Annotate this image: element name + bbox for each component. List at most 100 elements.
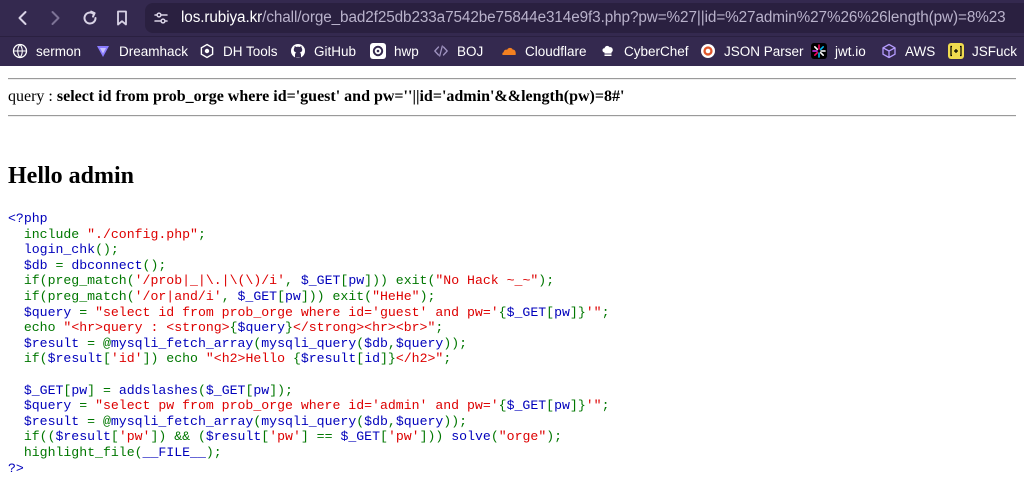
- code-token: "No Hack ~_~": [435, 273, 539, 289]
- bookmark-json-parser[interactable]: JSON Parser: [700, 41, 804, 61]
- code-line: if(preg_match('/or|and/i', $_GET[pw])) e…: [8, 289, 610, 305]
- code-token: (: [356, 413, 365, 429]
- bookmark-jwt[interactable]: jwt.io: [811, 41, 866, 61]
- code-line: login_chk();: [8, 242, 610, 258]
- code-line: $result = @mysqli_fetch_array (mysqli_que…: [8, 414, 610, 430]
- code-token: id: [364, 351, 381, 367]
- code-token: $query: [237, 320, 286, 336]
- jsfuck-icon: [948, 43, 964, 59]
- code-token: addslashes: [118, 382, 198, 398]
- code-token: (: [356, 335, 365, 351]
- code-token: ])): [419, 429, 452, 445]
- code-token: =: [79, 398, 96, 414]
- code-token: [: [277, 288, 286, 304]
- code-token: $db: [364, 413, 388, 429]
- code-token: [: [110, 429, 119, 445]
- bookmark-dreamhack[interactable]: Dreamhack: [95, 41, 188, 61]
- code-token: ] =: [87, 382, 119, 398]
- browser-toolbar: los.rubiya.kr/chall/orge_bad2f25db233a75…: [0, 0, 1024, 36]
- horizontal-rule: [8, 78, 1016, 80]
- code-token: '/prob|_|\.|\(\)/i': [134, 273, 285, 289]
- code-token: login_chk: [8, 242, 96, 258]
- code-token: "./config.php": [87, 226, 198, 242]
- code-token: (: [197, 382, 206, 398]
- forward-button[interactable]: [43, 6, 67, 30]
- code-token: [: [356, 351, 365, 367]
- code-token: $query: [8, 398, 80, 414]
- hello-heading: Hello admin: [8, 163, 135, 189]
- bookmark-label: DH Tools: [223, 43, 278, 59]
- code-line: $query = "select pw from prob_orge where…: [8, 398, 610, 414]
- bookmark-icon: [117, 10, 127, 26]
- bookmark-cyberchef[interactable]: CyberChef: [600, 41, 689, 61]
- code-token: = @: [87, 335, 111, 351]
- globe-icon: [12, 43, 28, 59]
- query-line: query : select id from prob_orge where i…: [8, 88, 624, 106]
- code-token: ,: [285, 273, 301, 289]
- code-token: [: [546, 304, 555, 320]
- code-token: "<hr>query : <strong>: [63, 320, 230, 336]
- code-token: pw: [253, 382, 270, 398]
- bookmark-sermon[interactable]: sermon: [12, 41, 81, 61]
- code-token: if(: [8, 351, 48, 367]
- bookmark-cloudflare[interactable]: Cloudflare: [501, 41, 587, 61]
- code-line: $db = dbconnect();: [8, 258, 610, 274]
- code-token: ,: [387, 335, 396, 351]
- address-bar[interactable]: los.rubiya.kr/chall/orge_bad2f25db233a75…: [145, 3, 1024, 33]
- code-token: "orge": [498, 429, 547, 445]
- code-token: $_GET: [237, 288, 278, 304]
- back-button[interactable]: [11, 6, 35, 30]
- code-token: '": [585, 398, 602, 414]
- bookmark-label: jwt.io: [835, 43, 866, 59]
- code-token: $result: [47, 351, 103, 367]
- code-token: ]}: [569, 304, 586, 320]
- code-line: ?>: [8, 461, 610, 477]
- bookmark-boj[interactable]: BOJ: [433, 41, 483, 61]
- code-line: if(preg_match('/prob|_|\.|\(\)/i', $_GET…: [8, 273, 610, 289]
- bookmark-label: CyberChef: [624, 43, 689, 59]
- code-token: ]}: [569, 398, 586, 414]
- bookmark-hwp[interactable]: hwp: [370, 41, 419, 61]
- bookmark-jsfuck[interactable]: JSFuck: [948, 41, 1017, 61]
- reload-button[interactable]: [78, 6, 102, 30]
- code-token: "<h2>Hello: [205, 351, 293, 367]
- code-token: ,: [387, 413, 396, 429]
- horizontal-rule: [8, 115, 1016, 117]
- code-token: [: [102, 351, 111, 367]
- code-token: mysqli_query: [261, 335, 357, 351]
- code-token: if(preg_match(: [8, 273, 135, 289]
- code-token: 'pw': [118, 429, 151, 445]
- code-token: (: [490, 429, 499, 445]
- code-token: $db: [8, 257, 56, 273]
- code-token: ]);: [269, 382, 293, 398]
- code-token: );: [419, 288, 436, 304]
- bookmark-label: BOJ: [457, 43, 484, 59]
- bookmark-dh-tools[interactable]: DH Tools: [199, 41, 278, 61]
- bookmark-button[interactable]: [110, 6, 134, 30]
- bookmarks-bar: sermon Dreamhack DH Tools GitHub hwp BOJ…: [0, 36, 1024, 66]
- code-token: {: [498, 398, 507, 414]
- code-token: 'pw': [269, 429, 301, 445]
- code-token: '": [585, 304, 602, 320]
- code-line: $query = "select id from prob_orge where…: [8, 305, 610, 321]
- bookmark-github[interactable]: GitHub: [290, 41, 356, 61]
- dreamhack-icon: [95, 43, 111, 59]
- site-settings-icon[interactable]: [153, 10, 169, 26]
- code-token: $_GET: [8, 382, 64, 398]
- code-token: ,: [221, 288, 238, 304]
- code-token: [: [380, 429, 388, 445]
- code-token: ));: [443, 413, 468, 429]
- code-token: "HeHe": [372, 288, 420, 304]
- code-token: ?>: [8, 460, 24, 476]
- code-token: $_GET: [506, 398, 547, 414]
- url-text[interactable]: los.rubiya.kr/chall/orge_bad2f25db233a75…: [181, 9, 1006, 27]
- bookmark-aws[interactable]: AWS: [881, 41, 935, 61]
- query-value: select id from prob_orge where id='guest…: [56, 88, 625, 105]
- code-line: if($result['id']) echo "<h2>Hello {$resu…: [8, 351, 610, 367]
- code-token: </h2>": [395, 351, 444, 367]
- code-token: '/or|and/i': [134, 288, 222, 304]
- code-token: 'pw': [387, 429, 420, 445]
- code-token: ;: [601, 304, 610, 320]
- hwp-icon: [370, 43, 386, 59]
